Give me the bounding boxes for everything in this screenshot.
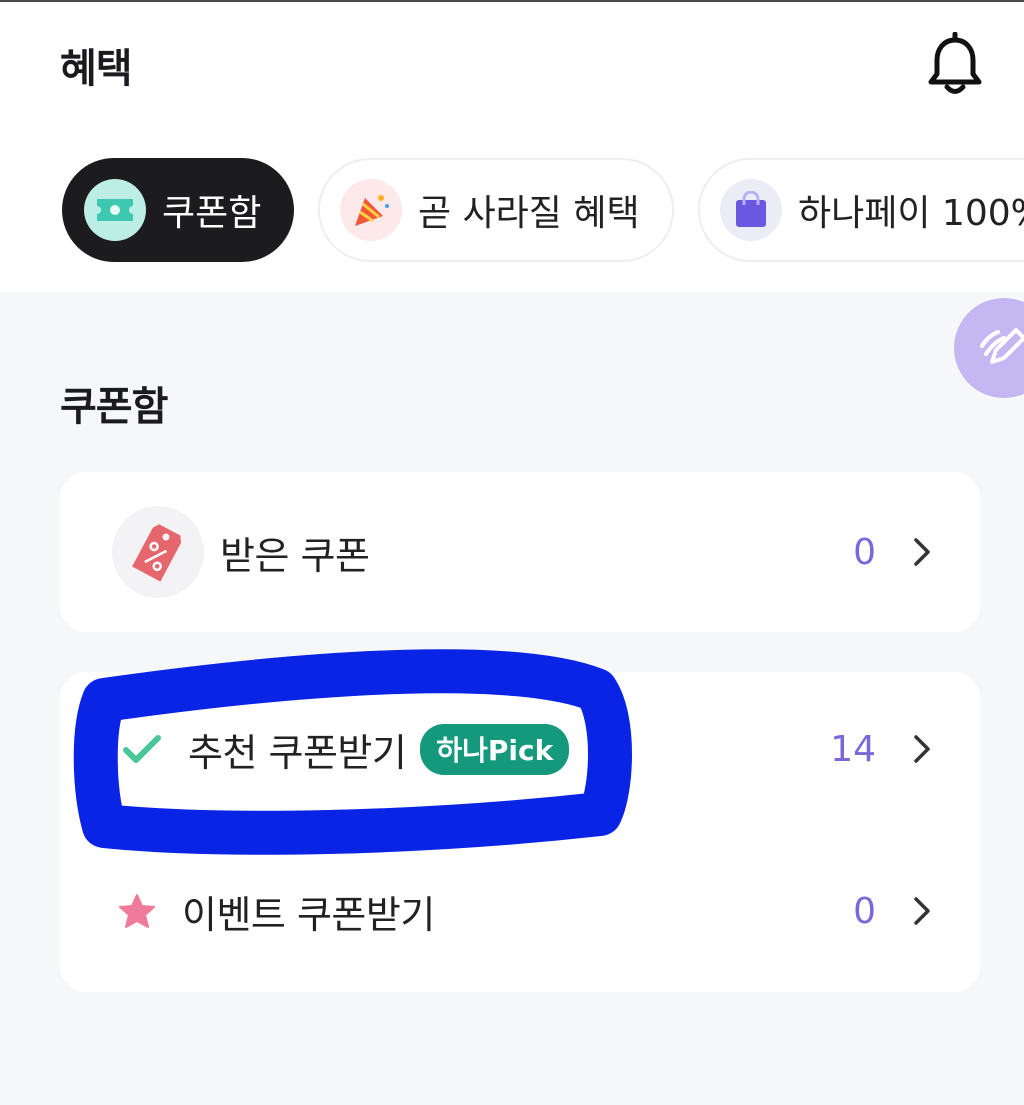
received-coupons-card: 받은 쿠폰 0: [60, 472, 980, 632]
row-label: 추천 쿠폰받기: [188, 730, 407, 775]
received-coupons-row[interactable]: 받은 쿠폰 0: [60, 472, 980, 632]
chip-coupon-box[interactable]: 쿠폰함: [62, 158, 294, 262]
chevron-right-icon: [908, 729, 936, 769]
chip-label: 하나페이 100%: [798, 193, 1024, 234]
chevron-right-icon: [908, 532, 936, 572]
coupon-download-card: 추천 쿠폰받기 하나Pick 14 이벤트 쿠폰받기 0: [60, 672, 980, 992]
percent-tag-icon: [112, 506, 204, 598]
ticket-icon: [84, 179, 146, 241]
section-title: 쿠폰함: [60, 384, 168, 430]
chip-label: 곧 사라질 혜택: [418, 193, 640, 234]
received-count: 0: [853, 531, 876, 573]
row-label: 받은 쿠폰: [220, 533, 370, 578]
chip-label: 쿠폰함: [162, 193, 262, 234]
row-label: 이벤트 쿠폰받기: [182, 892, 435, 937]
check-icon: [122, 733, 162, 765]
category-chips: 쿠폰함 곧 사라질 혜택 하나페이 100%: [0, 158, 1024, 266]
recommended-count: 14: [830, 728, 876, 770]
shopping-bag-icon: [720, 179, 782, 241]
party-popper-icon: [340, 179, 402, 241]
page-title: 혜택: [60, 46, 133, 92]
chevron-right-icon: [908, 891, 936, 931]
bell-icon[interactable]: [924, 31, 986, 98]
star-icon: [118, 893, 156, 929]
event-count: 0: [853, 890, 876, 932]
recommended-coupons-row[interactable]: 추천 쿠폰받기 하나Pick 14: [60, 688, 980, 810]
app-header: 혜택 쿠폰함 곧 사라질 혜택 하나페이 100%: [0, 2, 1024, 292]
hana-pick-badge: 하나Pick: [420, 723, 570, 775]
chip-expiring-benefits[interactable]: 곧 사라질 혜택: [318, 158, 674, 262]
event-coupons-row[interactable]: 이벤트 쿠폰받기 0: [60, 850, 980, 972]
chip-hanapay[interactable]: 하나페이 100%: [698, 158, 1024, 262]
